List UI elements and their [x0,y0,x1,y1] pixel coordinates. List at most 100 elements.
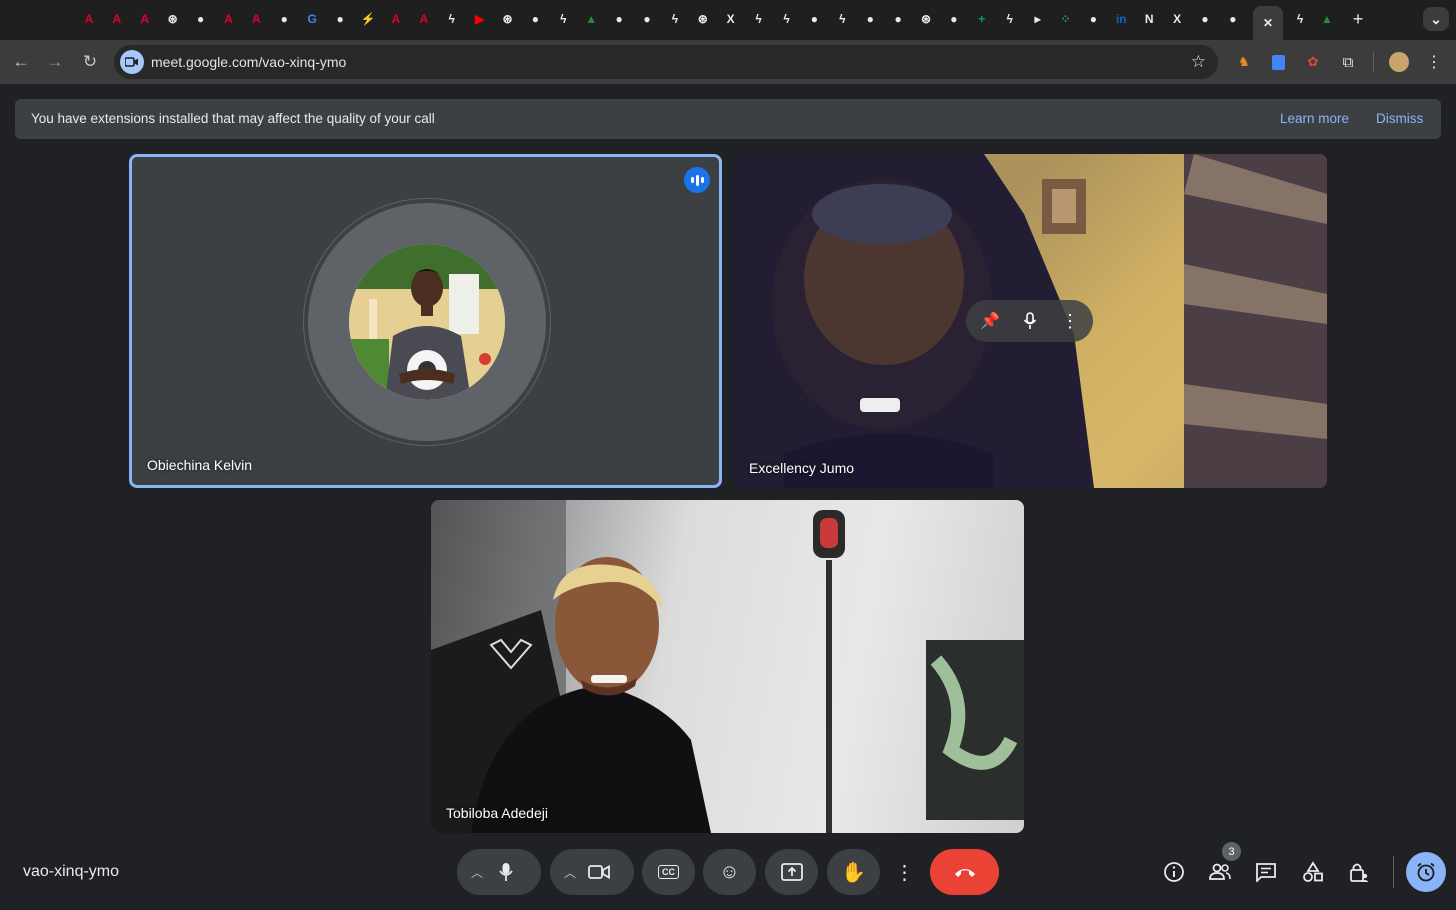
tab-angular-icon[interactable]: A [134,7,156,31]
reload-icon[interactable]: ↻ [78,50,102,74]
end-call-icon [954,869,975,877]
close-tab-icon[interactable]: ✕ [1263,16,1273,30]
tab-github-icon[interactable]: ● [329,7,351,31]
tab-openai-icon[interactable]: ⊛ [692,7,714,31]
extensions-puzzle-icon[interactable]: ⧉ [1338,52,1358,72]
tab-github-icon[interactable]: ● [887,7,909,31]
tab-angular-icon[interactable]: A [106,7,128,31]
more-options-icon[interactable]: ⋮ [1058,309,1082,333]
browser-menu-icon[interactable]: ⋮ [1424,52,1444,72]
tile-hover-controls: 📌 ⋮ [966,300,1093,342]
tab-angular-icon[interactable]: A [385,7,407,31]
video-settings-chevron-icon[interactable]: ︿ [564,864,576,881]
new-tab-button[interactable]: + [1347,7,1369,31]
reactions-button[interactable]: ☺ [703,849,756,895]
camera-control-group: ︿ [550,849,634,895]
tab-openai-icon[interactable]: ⊛ [162,7,184,31]
tab-github-icon[interactable]: ● [859,7,881,31]
tab-tree-icon[interactable]: ▲ [1316,7,1338,31]
extension-red-icon[interactable]: ✿ [1303,52,1323,72]
tab-github-icon[interactable]: ● [1222,7,1244,31]
participant-tile-2[interactable]: 📌 ⋮ Excellency Jumo [734,154,1327,488]
tab-angular-icon[interactable]: A [218,7,240,31]
camera-button[interactable] [576,849,622,895]
tab-github-icon[interactable]: ● [943,7,965,31]
tab-bolt-icon[interactable]: ϟ [441,7,463,31]
tab-bolt-icon[interactable]: ϟ [999,7,1021,31]
tab-openai-icon[interactable]: ⊛ [915,7,937,31]
tab-angular-icon[interactable]: A [413,7,435,31]
tab-angular-icon[interactable]: A [78,7,100,31]
tab-github-icon[interactable]: ● [636,7,658,31]
participant-tile-1[interactable]: Obiechina Kelvin [129,154,722,488]
tab-github-icon[interactable]: ● [608,7,630,31]
tab-github-icon[interactable]: ● [273,7,295,31]
microphone-icon [499,863,513,881]
raise-hand-button[interactable]: ✋ [827,849,880,895]
info-icon [1164,862,1184,882]
tab-x-icon[interactable]: X [720,7,742,31]
tab-play-icon[interactable]: ▸ [1027,7,1049,31]
tab-bolt-icon[interactable]: ϟ [1289,7,1311,31]
meeting-timer-button[interactable] [1406,852,1446,892]
participant-name: Tobiloba Adedeji [446,805,548,821]
audio-settings-chevron-icon[interactable]: ︿ [471,864,483,881]
mic-icon[interactable] [1018,309,1042,333]
browser-toolbar: ← → ↻ meet.google.com/vao-xinq-ymo ☆ ♞ ✿… [0,40,1456,84]
captions-icon: CC [658,865,679,879]
tab-bolt-icon[interactable]: ϟ [664,7,686,31]
participant-tile-3[interactable]: Tobiloba Adedeji [431,500,1024,833]
toolbar-divider [1373,52,1374,72]
tab-openai-icon[interactable]: ⊛ [497,7,519,31]
meeting-controls-bar: vao-xinq-ymo ︿ ︿ CC ☺ ✋ ⋮ 3 [0,836,1456,910]
tab-github-icon[interactable]: ● [1194,7,1216,31]
tab-tree-icon[interactable]: ▲ [580,7,602,31]
captions-button[interactable]: CC [642,849,695,895]
back-icon[interactable]: ← [9,50,33,74]
tab-bolt-icon[interactable]: ϟ [552,7,574,31]
more-vert-icon: ⋮ [894,861,915,884]
tab-github-icon[interactable]: ● [1082,7,1104,31]
tab-x-icon[interactable]: X [1166,7,1188,31]
present-button[interactable] [765,849,818,895]
tab-linkedin-icon[interactable]: in [1110,7,1132,31]
pin-icon[interactable]: 📌 [978,309,1002,333]
tab-google-icon[interactable]: G [301,7,323,31]
host-controls-button[interactable] [1346,859,1372,885]
tab-bolt-icon[interactable]: ϟ [776,7,798,31]
tab-angular-icon[interactable]: A [245,7,267,31]
forward-icon[interactable]: → [43,50,67,74]
tab-notion-icon[interactable]: N [1138,7,1160,31]
extension-fox-icon[interactable]: ♞ [1234,52,1254,72]
tab-messenger-icon[interactable]: ⚡ [357,7,379,31]
leave-call-button[interactable] [930,849,999,895]
learn-more-link[interactable]: Learn more [1280,111,1349,126]
dismiss-button[interactable]: Dismiss [1376,111,1423,126]
tab-github-icon[interactable]: ● [524,7,546,31]
profile-avatar[interactable] [1389,52,1409,72]
more-options-button[interactable]: ⋮ [888,849,921,895]
tab-bolt-icon[interactable]: ϟ [831,7,853,31]
chat-button[interactable] [1253,859,1279,885]
tab-search-button[interactable]: ⌄ [1423,7,1449,31]
microphone-button[interactable] [483,849,529,895]
site-info-icon[interactable] [120,50,144,74]
meeting-details-button[interactable] [1161,859,1187,885]
url-text[interactable]: meet.google.com/vao-xinq-ymo [151,54,346,70]
tab-dots-icon[interactable]: ⁘ [1055,7,1077,31]
emoji-icon: ☺ [719,860,740,883]
active-tab[interactable]: ✕ [1253,6,1283,40]
address-bar[interactable]: meet.google.com/vao-xinq-ymo ☆ [114,45,1218,79]
tab-github-icon[interactable]: ● [803,7,825,31]
activities-button[interactable] [1300,859,1326,885]
tab-github-icon[interactable]: ● [190,7,212,31]
bookmark-star-icon[interactable]: ☆ [1191,52,1206,72]
people-button[interactable] [1207,859,1233,885]
mic-control-group: ︿ [457,849,541,895]
tab-youtube-icon[interactable]: ▶ [469,7,491,31]
tab-sheets-icon[interactable]: + [971,7,993,31]
tab-strip: A A A ⊛ ● A A ● G ● ⚡ A Aϟ ▶ ⊛ ● ϟ ▲ ● ● ϟ ⊛ Xϟ ϟ ● ϟ ● ● ⊛ ● + ϟ ▸ ⁘ ● in N… [0,0,1456,40]
banner-message: You have extensions installed that may a… [31,111,435,126]
extension-doc-icon[interactable] [1268,52,1288,72]
tab-bolt-icon[interactable]: ϟ [748,7,770,31]
